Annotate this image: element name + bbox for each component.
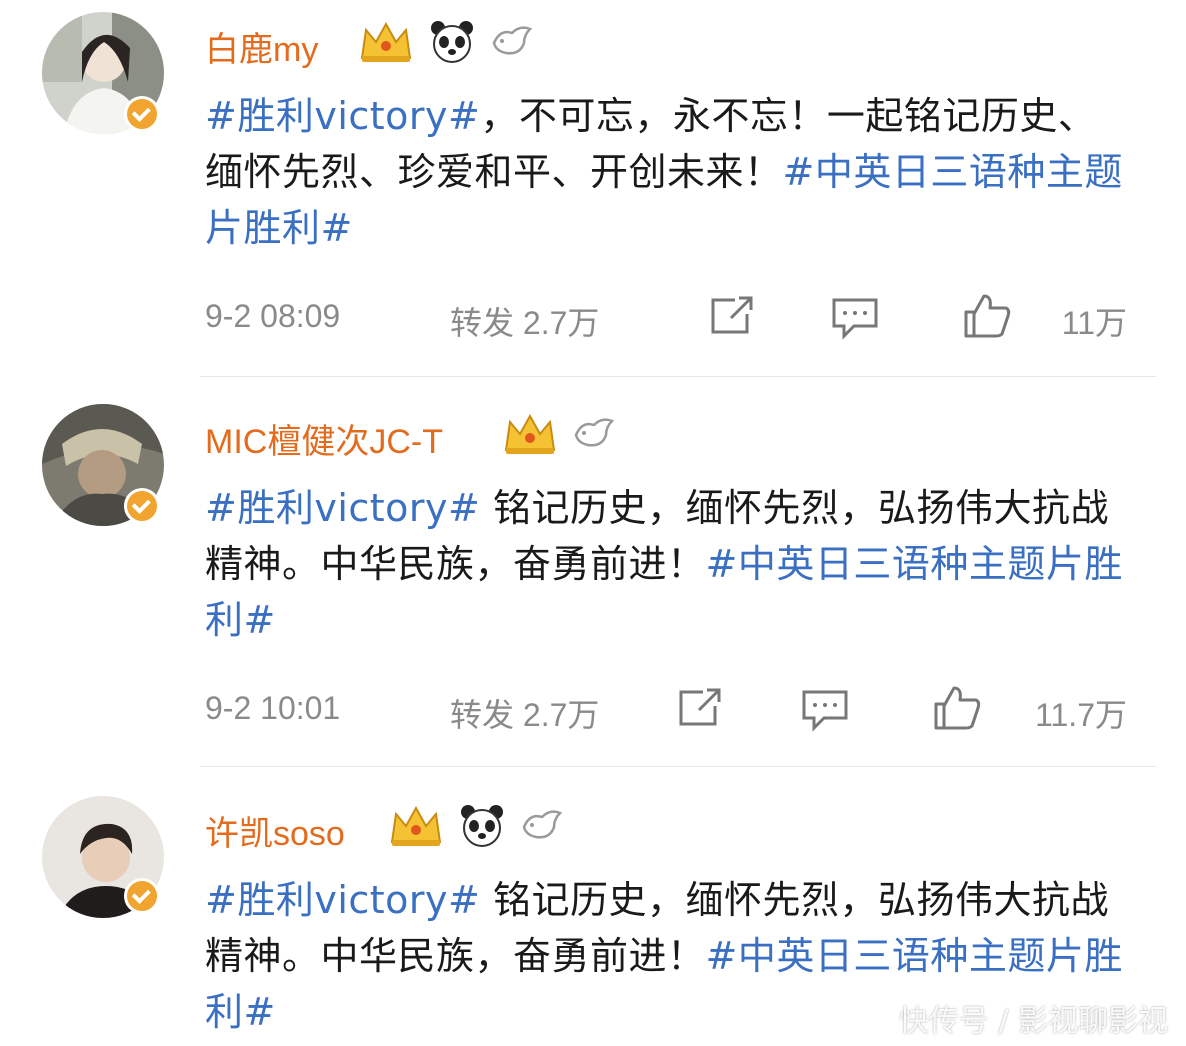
comment-icon[interactable]: [830, 296, 880, 348]
divider: [200, 376, 1156, 377]
crown-badge-icon: [360, 21, 412, 62]
bird-badge-icon: [522, 810, 563, 839]
user-badges: [502, 410, 616, 456]
like-count: 11万: [1061, 305, 1127, 341]
bird-badge-icon: [492, 26, 533, 55]
post-meta: 9-2 08:09 转发 2.7万 11万: [205, 292, 1135, 342]
share-icon[interactable]: [707, 294, 757, 346]
bird-badge-icon: [574, 418, 615, 447]
post-meta: 9-2 10:01 转发 2.7万 11.7万: [205, 684, 1135, 734]
user-badges: [388, 802, 564, 848]
crown-badge-icon: [390, 805, 442, 846]
verified-icon: [124, 878, 160, 914]
timestamp: 9-2 10:01: [205, 690, 341, 726]
username[interactable]: 许凯soso: [205, 806, 345, 855]
post-1: 白鹿my #胜利victory#，不可忘，永不忘！一起铭记历史、缅怀先烈、珍爱和…: [0, 0, 1186, 380]
hashtag[interactable]: #胜利victory#: [205, 486, 480, 530]
verified-icon: [124, 96, 160, 132]
hashtag[interactable]: #胜利victory#: [205, 878, 480, 922]
username[interactable]: MIC檀健次JC-T: [205, 414, 443, 463]
repost-count[interactable]: 转发 2.7万: [450, 298, 599, 344]
panda-badge-icon: [461, 805, 503, 847]
repost-count[interactable]: 转发 2.7万: [450, 690, 599, 736]
hashtag[interactable]: #胜利victory#: [205, 94, 480, 138]
comment-icon[interactable]: [800, 688, 850, 740]
watermark: 快传号 / 影视聊影视: [898, 1004, 1168, 1039]
user-badges: [358, 18, 534, 64]
like-icon[interactable]: [932, 684, 982, 740]
like-icon[interactable]: [962, 292, 1012, 348]
divider: [200, 766, 1156, 767]
username[interactable]: 白鹿my: [205, 22, 318, 71]
like-count: 11.7万: [1035, 697, 1127, 733]
timestamp: 9-2 08:09: [205, 298, 341, 334]
crown-badge-icon: [504, 413, 556, 454]
post-text: #胜利victory# 铭记历史，缅怀先烈，弘扬伟大抗战精神。中华民族，奋勇前进…: [205, 480, 1125, 648]
share-icon[interactable]: [675, 686, 725, 738]
verified-icon: [124, 488, 160, 524]
panda-badge-icon: [431, 21, 473, 63]
post-text: #胜利victory#，不可忘，永不忘！一起铭记历史、缅怀先烈、珍爱和平、开创未…: [205, 88, 1125, 256]
